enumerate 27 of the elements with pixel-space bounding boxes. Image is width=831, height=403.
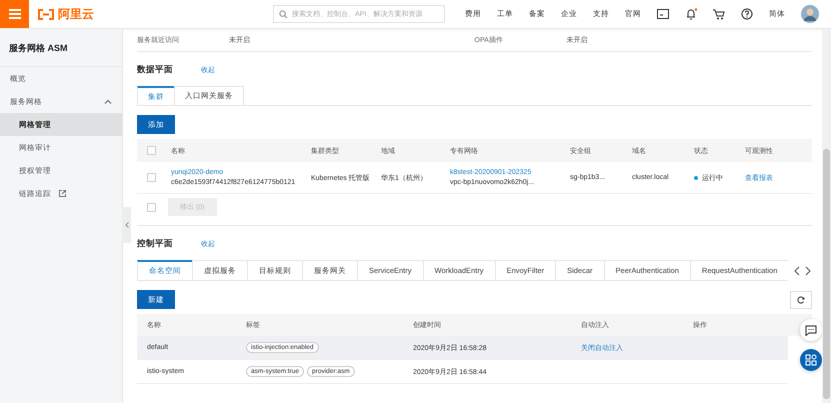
sidebar-collapse-handle[interactable] xyxy=(122,207,131,243)
checkbox[interactable] xyxy=(147,202,156,212)
chevron-left-icon[interactable] xyxy=(793,266,800,276)
sidebar-title: 服务网格 ASM xyxy=(0,29,122,67)
logo-icon xyxy=(37,8,55,20)
cart-icon[interactable] xyxy=(713,8,725,20)
scrollbar-thumb[interactable] xyxy=(823,149,830,399)
avatar-icon[interactable] xyxy=(801,5,819,23)
search-icon xyxy=(279,10,288,19)
chat-icon xyxy=(805,324,817,336)
help-icon[interactable] xyxy=(741,8,753,20)
refresh-button[interactable] xyxy=(790,291,812,309)
menu-button[interactable] xyxy=(0,0,29,28)
chevron-icon xyxy=(124,222,128,228)
apps-icon xyxy=(805,354,817,366)
logo-text: 阿里云 xyxy=(58,6,94,22)
section-title: 控制平面 xyxy=(137,238,173,250)
chevron-right-icon[interactable] xyxy=(805,266,812,276)
refresh-icon xyxy=(797,296,805,304)
bell-icon[interactable] xyxy=(685,8,697,20)
section-title: 数据平面 xyxy=(137,64,173,76)
apps-button[interactable] xyxy=(800,349,822,371)
chat-button[interactable] xyxy=(800,319,822,341)
checkbox[interactable] xyxy=(147,146,156,155)
terminal-icon[interactable] xyxy=(657,9,669,19)
menu-icon xyxy=(8,9,20,19)
checkbox[interactable] xyxy=(147,173,156,182)
